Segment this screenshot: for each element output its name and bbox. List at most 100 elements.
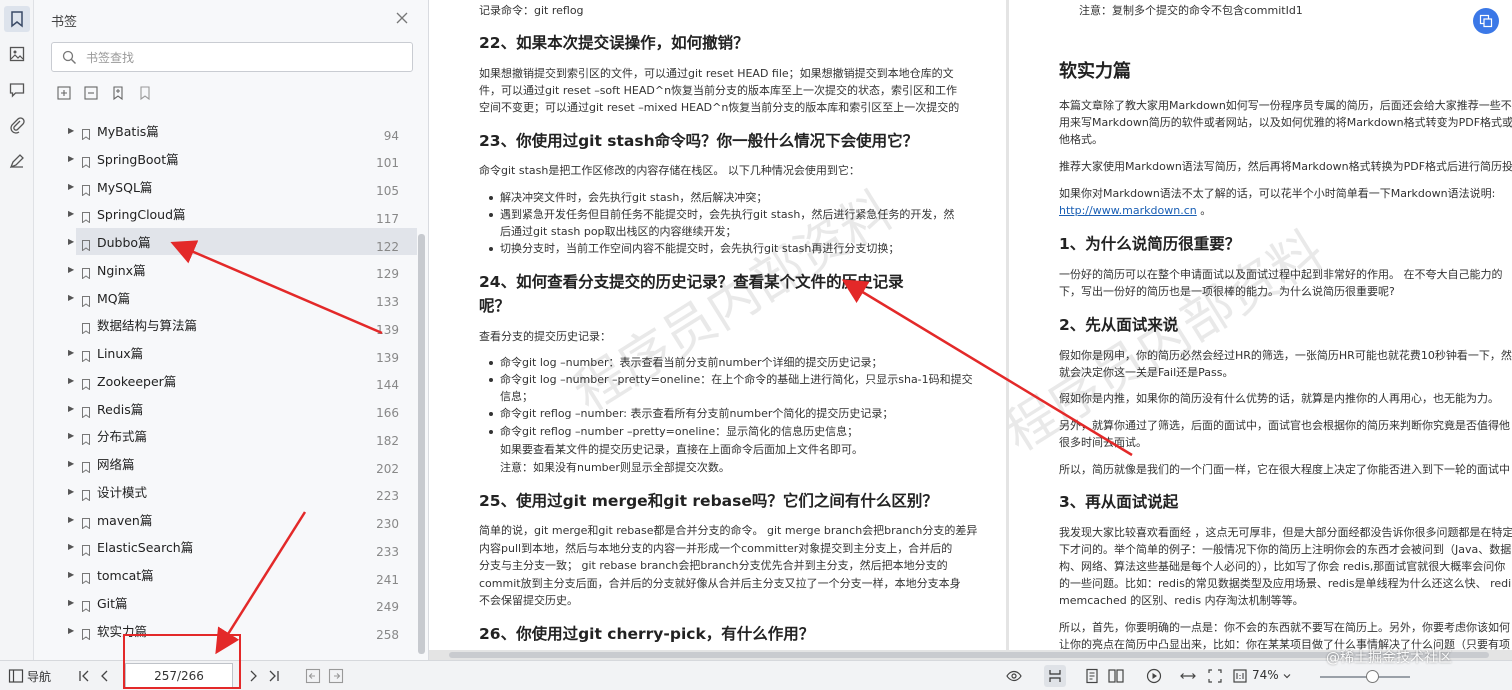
- list-item: 命令git reflog –number: 表示查看所有分支前number个简化…: [500, 407, 894, 420]
- bookmark-item[interactable]: ▶ MySQL篇 105: [68, 173, 417, 200]
- actual-size-icon[interactable]: [1232, 668, 1248, 684]
- expand-arrow-icon[interactable]: ▶: [68, 154, 78, 163]
- zoom-slider-track[interactable]: [1320, 676, 1410, 678]
- bookmark-item[interactable]: ▶ Redis篇 166: [68, 395, 417, 422]
- bookmark-item[interactable]: ▶ ElasticSearch篇 233: [68, 533, 417, 560]
- thumbnail-panel-icon[interactable]: [4, 41, 30, 67]
- watermark-brand: @稀土掘金技术社区: [1326, 650, 1452, 666]
- bookmark-flag-icon: [82, 403, 90, 418]
- expand-arrow-icon[interactable]: ▶: [68, 376, 78, 385]
- bookmark-page-number: 94: [383, 128, 399, 143]
- bookmark-label: 设计模式: [97, 484, 148, 500]
- expand-arrow-icon[interactable]: ▶: [68, 265, 78, 274]
- add-bookmark-icon[interactable]: [110, 85, 126, 101]
- paragraph: 的一些问题。比如：redis的常见数据类型及应用场景、redis是单线程为什么还…: [1059, 577, 1512, 590]
- remove-bookmark-icon[interactable]: [137, 85, 153, 101]
- markdown-link[interactable]: http://www.markdown.cn: [1059, 204, 1197, 217]
- back-view-icon[interactable]: [305, 668, 321, 684]
- paragraph: 查看分支的提交历史记录：: [479, 330, 611, 343]
- expand-arrow-icon[interactable]: ▶: [68, 431, 78, 440]
- bookmark-item[interactable]: ▶ maven篇 230: [68, 506, 417, 533]
- translate-float-button[interactable]: [1473, 8, 1499, 34]
- bookmark-panel: 书签 ▶MyBatis篇94▶SpringBoot篇101▶MySQL篇105▶…: [34, 0, 429, 660]
- fit-page-icon[interactable]: [1207, 668, 1223, 684]
- expand-arrow-icon[interactable]: ▶: [68, 348, 78, 357]
- expand-arrow-icon[interactable]: ▶: [68, 598, 78, 607]
- bookmark-page-number: 233: [376, 544, 399, 559]
- chevron-down-icon[interactable]: [1282, 668, 1292, 684]
- document-viewport[interactable]: 程序员内部资料 记录命令：git reflog 22、如果本次提交误操作，如何撤…: [429, 0, 1512, 660]
- bookmark-item[interactable]: 数据结构与算法篇 139: [76, 311, 417, 338]
- zoom-level[interactable]: 74%: [1252, 668, 1279, 682]
- expand-arrow-icon[interactable]: ▶: [68, 126, 78, 135]
- bookmark-item[interactable]: ▶ Nginx篇 129: [68, 256, 417, 283]
- bookmark-page-number: 105: [376, 184, 399, 198]
- list-item: 切换分支时，当前工作空间内容不能提交时，会先执行git stash再进行分支切换…: [500, 242, 900, 255]
- previous-page-icon[interactable]: [97, 668, 113, 684]
- bookmark-item[interactable]: ▶ Git篇 249: [68, 589, 417, 616]
- comment-panel-icon[interactable]: [4, 77, 30, 103]
- bookmark-label: MQ篇: [97, 290, 131, 306]
- paragraph: 他格式。: [1059, 133, 1103, 146]
- bookmark-item[interactable]: ▶ 网络篇 202: [68, 450, 417, 477]
- panel-scrollbar[interactable]: [418, 234, 425, 654]
- first-page-icon[interactable]: [76, 668, 92, 684]
- panel-title: 书签: [51, 15, 78, 30]
- expand-all-icon[interactable]: [56, 85, 72, 101]
- bookmark-item[interactable]: ▶ 分布式篇 182: [68, 422, 417, 449]
- bookmark-item[interactable]: ▶ SpringCloud篇 117: [68, 200, 417, 227]
- expand-arrow-icon[interactable]: ▶: [68, 542, 78, 551]
- bookmark-item[interactable]: ▶ Zookeeper篇 144: [68, 367, 417, 394]
- expand-arrow-icon[interactable]: ▶: [68, 570, 78, 579]
- expand-arrow-icon[interactable]: ▶: [68, 293, 78, 302]
- bookmark-flag-icon: [82, 541, 90, 557]
- attachment-panel-icon[interactable]: [4, 112, 30, 138]
- single-page-icon[interactable]: [1084, 668, 1100, 684]
- play-icon[interactable]: [1146, 668, 1162, 684]
- expand-arrow-icon[interactable]: ▶: [68, 515, 78, 524]
- bookmark-item[interactable]: ▶ 设计模式 223: [68, 478, 417, 505]
- pdf-page-left: 程序员内部资料 记录命令：git reflog 22、如果本次提交误操作，如何撤…: [429, 0, 1006, 650]
- bookmark-page-number: 202: [376, 461, 399, 476]
- dual-page-icon[interactable]: [1108, 668, 1124, 684]
- bookmark-flag-icon: [82, 569, 90, 585]
- bookmark-item[interactable]: ▶ Dubbo篇 122: [68, 228, 417, 255]
- bookmark-item[interactable]: ▶ MyBatis篇 94: [68, 117, 417, 144]
- paragraph: commit放到主分支后面，合并后的分支就好像从合并后主分支又拉了一个分支一样，…: [479, 577, 961, 590]
- bookmark-label: maven篇: [97, 512, 153, 528]
- bookmark-label: ElasticSearch篇: [97, 540, 194, 556]
- navigation-label[interactable]: 导航: [27, 668, 51, 685]
- zoom-slider-handle[interactable]: [1366, 670, 1379, 683]
- navigation-panel-icon[interactable]: [8, 668, 24, 684]
- expand-arrow-icon[interactable]: ▶: [68, 626, 78, 635]
- next-page-icon[interactable]: [245, 668, 261, 684]
- bookmark-item[interactable]: ▶ tomcat篇 241: [68, 561, 417, 588]
- bookmark-panel-icon[interactable]: [4, 6, 30, 32]
- continuous-scroll-icon[interactable]: [1044, 665, 1066, 687]
- bookmark-search-box: [51, 42, 413, 72]
- expand-arrow-icon[interactable]: ▶: [68, 487, 78, 496]
- bookmark-page-number: 129: [376, 267, 399, 282]
- close-icon[interactable]: [394, 10, 410, 26]
- bookmark-label: Zookeeper篇: [97, 373, 177, 389]
- bookmark-page-number: 101: [376, 156, 399, 171]
- last-page-icon[interactable]: [266, 668, 282, 684]
- list-item: 遇到紧急开发任务但目前任务不能提交时，会先执行git stash，然后进行紧急任…: [500, 208, 955, 221]
- bookmark-flag-icon: [82, 264, 90, 280]
- forward-view-icon[interactable]: [328, 668, 344, 684]
- collapse-all-icon[interactable]: [83, 85, 99, 101]
- bookmark-search-input[interactable]: [86, 48, 396, 67]
- expand-arrow-icon[interactable]: ▶: [68, 209, 78, 218]
- expand-arrow-icon[interactable]: ▶: [68, 182, 78, 191]
- pdf-reader-window: 书签 ▶MyBatis篇94▶SpringBoot篇101▶MySQL篇105▶…: [0, 0, 1512, 690]
- bookmark-item[interactable]: ▶ SpringBoot篇 101: [68, 145, 417, 172]
- fit-width-icon[interactable]: [1180, 668, 1196, 684]
- expand-arrow-icon[interactable]: ▶: [68, 237, 78, 246]
- expand-arrow-icon[interactable]: ▶: [68, 459, 78, 468]
- bookmark-item[interactable]: ▶ Linux篇 139: [68, 339, 417, 366]
- bookmark-item[interactable]: ▶ MQ篇 133: [68, 284, 417, 311]
- bookmark-label: Linux篇: [97, 346, 144, 361]
- expand-arrow-icon[interactable]: ▶: [68, 404, 78, 413]
- eye-protection-icon[interactable]: [1006, 668, 1022, 684]
- signature-panel-icon[interactable]: [4, 148, 30, 174]
